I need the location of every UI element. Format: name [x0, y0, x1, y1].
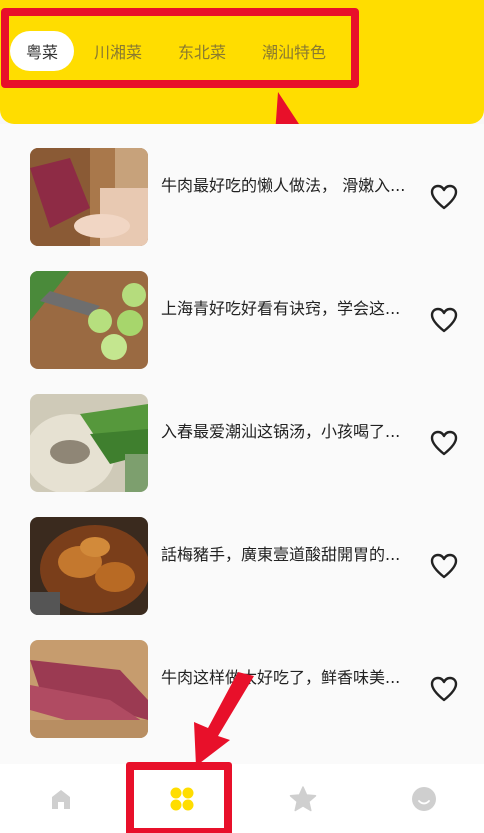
highlight-box-tabs	[1, 8, 359, 88]
star-icon	[289, 785, 316, 811]
recipe-thumbnail	[30, 517, 148, 615]
nav-home[interactable]	[0, 764, 121, 833]
list-item[interactable]: 入春最爱潮汕这锅汤，小孩喝了...	[0, 370, 484, 492]
highlight-box-nav	[126, 762, 232, 833]
arrow-pointer-down	[194, 672, 254, 766]
recipe-title: 上海青好吃好看有诀窍，学会这...	[161, 299, 401, 318]
recipe-title: 入春最爱潮汕这锅汤，小孩喝了...	[161, 422, 401, 441]
recipe-thumbnail	[30, 640, 148, 738]
recipe-thumbnail	[30, 271, 148, 369]
heart-icon[interactable]	[430, 430, 458, 456]
list-item[interactable]: 牛肉最好吃的懒人做法， 滑嫩入...	[0, 124, 484, 246]
heart-icon[interactable]	[430, 307, 458, 333]
nav-profile[interactable]	[363, 764, 484, 833]
bottom-nav	[0, 764, 484, 833]
home-icon	[51, 789, 70, 809]
profile-icon	[411, 786, 436, 811]
recipe-thumbnail	[30, 148, 148, 246]
list-item[interactable]: 上海青好吃好看有诀窍，学会这...	[0, 247, 484, 369]
recipe-thumbnail	[30, 394, 148, 492]
recipe-list: 牛肉最好吃的懒人做法， 滑嫩入... 上海青好吃好看有诀窍，学会这... 入春最…	[0, 124, 484, 764]
recipe-title: 牛肉最好吃的懒人做法， 滑嫩入...	[161, 176, 406, 195]
list-item[interactable]: 話梅豬手，廣東壹道酸甜開胃的...	[0, 493, 484, 615]
nav-favorites[interactable]	[242, 764, 363, 833]
heart-icon[interactable]	[430, 184, 458, 210]
recipe-title: 話梅豬手，廣東壹道酸甜開胃的...	[161, 545, 401, 564]
heart-icon[interactable]	[430, 553, 458, 579]
heart-icon[interactable]	[430, 676, 458, 702]
